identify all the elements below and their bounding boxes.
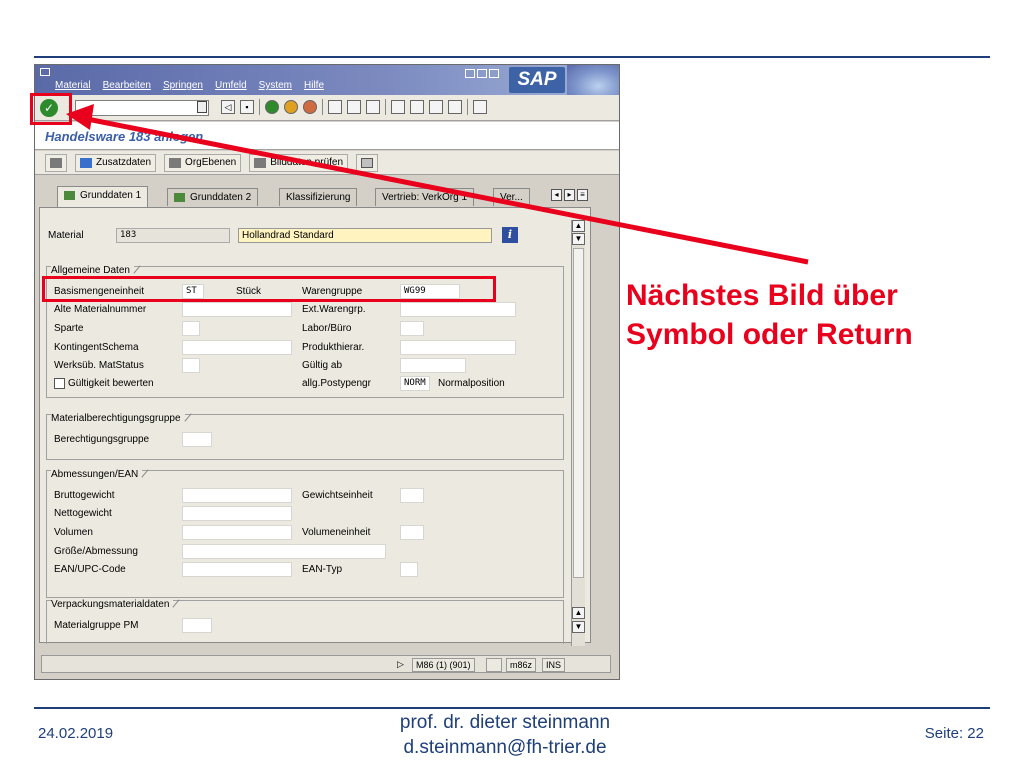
callout-text: Nächstes Bild über Symbol oder Return bbox=[626, 276, 986, 354]
callout-line-2: Symbol oder Return bbox=[626, 318, 913, 351]
bottom-rule bbox=[34, 707, 990, 709]
footer-date: 24.02.2019 bbox=[38, 725, 114, 742]
author-name: prof. dr. dieter steinmann bbox=[399, 712, 611, 733]
footer-author: prof. dr. dieter steinmann d.steinmann@f… bbox=[340, 710, 670, 760]
callout-arrow bbox=[66, 104, 809, 265]
author-email[interactable]: d.steinmann@fh-trier.de bbox=[340, 735, 670, 760]
callout-line-1: Nächstes Bild über bbox=[626, 279, 898, 312]
footer-page-number: Seite: 22 bbox=[924, 725, 984, 742]
